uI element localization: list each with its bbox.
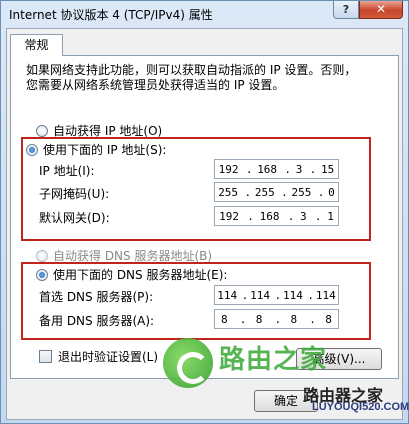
mask-octet-3: 255 (291, 185, 312, 199)
preferred-dns-label: 首选 DNS 服务器(P): (39, 290, 154, 304)
adns-octet-4: 8 (325, 312, 332, 326)
radio-manual-dns[interactable]: 使用下面的 DNS 服务器地址(E): (36, 266, 227, 283)
ip-octet-3: 3 (295, 162, 303, 176)
window-title: Internet 协议版本 4 (TCP/IPv4) 属性 (9, 8, 213, 22)
title-bar[interactable]: Internet 协议版本 4 (TCP/IPv4) 属性 ? ✕ (1, 1, 409, 25)
alternate-dns-input[interactable]: 8. 8. 8. 8 (214, 309, 339, 329)
watermark-url: LUYOUQI520.COM (312, 401, 409, 413)
radio-manual-dns-label: 使用下面的 DNS 服务器地址(E): (53, 268, 228, 282)
description-text: 如果网络支持此功能，则可以获取自动指派的 IP 设置。否则， 您需要从网络系统管… (26, 63, 366, 93)
pdns-octet-1: 114 (217, 288, 238, 302)
adns-octet-3: 8 (290, 312, 298, 326)
radio-auto-ip-indicator[interactable] (36, 124, 48, 137)
pdns-octet-4: 114 (315, 288, 336, 302)
preferred-dns-input[interactable]: 114. 114. 114. 114 (214, 285, 339, 305)
mask-octet-2: 255 (254, 185, 275, 199)
pdns-octet-3: 114 (283, 288, 303, 302)
gateway-octet-2: 168 (259, 209, 280, 223)
help-button[interactable]: ? (333, 1, 359, 19)
gateway-input[interactable]: 192. 168. 3. 1 (214, 206, 339, 226)
adns-octet-2: 8 (255, 312, 263, 326)
gateway-label: 默认网关(D): (39, 211, 110, 225)
ip-octet-2: 168 (257, 162, 278, 176)
radio-manual-ip[interactable]: 使用下面的 IP 地址(S): (26, 141, 166, 158)
gateway-octet-4: 1 (327, 209, 334, 223)
ip-octet-1: 192 (218, 162, 239, 176)
validate-settings-checkbox[interactable]: 退出时验证设置(L) (39, 348, 158, 365)
adns-octet-1: 8 (221, 312, 228, 326)
close-button[interactable]: ✕ (359, 1, 403, 19)
alternate-dns-label: 备用 DNS 服务器(A): (39, 314, 155, 328)
ip-address-input[interactable]: 192. 168. 3. 15 (214, 159, 339, 179)
radio-auto-dns-indicator[interactable] (36, 249, 48, 262)
validate-checkbox-box[interactable] (39, 350, 52, 363)
description-line-1: 如果网络支持此功能，则可以获取自动指派的 IP 设置。否则， (26, 63, 357, 77)
validate-checkbox-label: 退出时验证设置(L) (58, 350, 159, 364)
mask-octet-1: 255 (218, 185, 239, 199)
watermark-logo-icon (163, 338, 213, 388)
ip-address-label: IP 地址(I): (39, 164, 95, 178)
gateway-octet-1: 192 (219, 209, 240, 223)
subnet-mask-input[interactable]: 255. 255. 255. 0 (214, 182, 339, 202)
radio-manual-ip-indicator[interactable] (26, 143, 38, 156)
pdns-octet-2: 114 (250, 288, 270, 302)
subnet-mask-label: 子网掩码(U): (39, 187, 110, 201)
tab-general[interactable]: 常规 (10, 34, 63, 56)
radio-manual-dns-indicator[interactable] (36, 268, 48, 281)
ip-octet-4: 15 (321, 162, 335, 176)
gateway-octet-3: 3 (300, 209, 307, 223)
description-line-2: 您需要从网络系统管理员处获得适当的 IP 设置。 (26, 78, 285, 92)
watermark-text: 路由之家 (219, 345, 328, 375)
mask-octet-4: 0 (328, 185, 335, 199)
radio-manual-ip-label: 使用下面的 IP 地址(S): (43, 143, 167, 157)
